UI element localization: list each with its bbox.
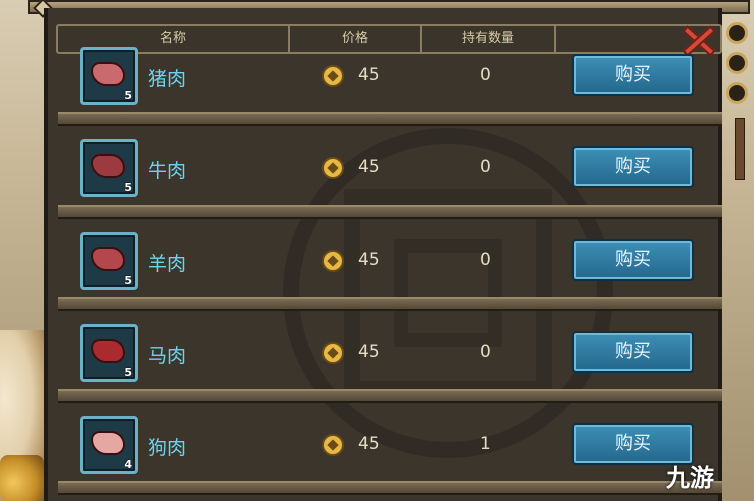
item-price: 45 [358, 342, 380, 362]
horse-meat-icon [91, 339, 125, 363]
chain-ring-icon [726, 82, 748, 104]
hanging-chain-decoration [724, 22, 754, 132]
mutton-icon [91, 247, 125, 271]
coin-icon [322, 157, 344, 179]
shelf-divider [58, 389, 722, 403]
item-icon-dog-meat[interactable]: 4 [80, 416, 138, 474]
list-item: 5 羊肉 45 0 购买 [60, 225, 720, 303]
pork-icon [91, 62, 125, 86]
stack-count: 4 [124, 458, 132, 471]
beef-icon [91, 154, 125, 178]
shelf-divider [58, 205, 722, 219]
coin-icon [322, 250, 344, 272]
chain-tassel [735, 118, 745, 180]
list-item: 5 猪肉 45 0 购买 [60, 40, 720, 118]
item-price: 45 [358, 434, 380, 454]
buy-button[interactable]: 购买 [572, 146, 694, 188]
list-item: 4 狗肉 45 1 购买 [60, 409, 720, 487]
coin-pile-icon [0, 455, 44, 501]
item-name: 羊肉 [148, 253, 187, 275]
item-price: 45 [358, 157, 380, 177]
dog-meat-icon [91, 431, 125, 455]
item-owned: 1 [480, 434, 491, 454]
list-item: 5 马肉 45 0 购买 [60, 317, 720, 395]
stack-count: 5 [124, 89, 132, 102]
item-name: 牛肉 [148, 160, 187, 182]
item-name: 猪肉 [148, 68, 187, 90]
item-icon-mutton[interactable]: 5 [80, 232, 138, 290]
item-name: 狗肉 [148, 437, 187, 459]
chain-ring-icon [726, 22, 748, 44]
coin-icon [322, 434, 344, 456]
item-name: 马肉 [148, 345, 187, 367]
stack-count: 5 [124, 181, 132, 194]
chain-ring-icon [726, 52, 748, 74]
item-owned: 0 [480, 250, 491, 270]
shelf-divider [58, 112, 722, 126]
item-owned: 0 [480, 342, 491, 362]
stack-count: 5 [124, 366, 132, 379]
stack-count: 5 [124, 274, 132, 287]
item-icon-beef[interactable]: 5 [80, 139, 138, 197]
coin-icon [322, 65, 344, 87]
coin-icon [322, 342, 344, 364]
item-icon-pork[interactable]: 5 [80, 47, 138, 105]
buy-button[interactable]: 购买 [572, 331, 694, 373]
buy-button[interactable]: 购买 [572, 239, 694, 281]
item-price: 45 [358, 250, 380, 270]
shelf-divider [58, 481, 722, 495]
watermark-logo: 九游 [666, 464, 714, 492]
list-item: 5 牛肉 45 0 购买 [60, 132, 720, 210]
item-icon-horse-meat[interactable]: 5 [80, 324, 138, 382]
item-owned: 0 [480, 65, 491, 85]
shelf-divider [58, 297, 722, 311]
buy-button[interactable]: 购买 [572, 54, 694, 96]
item-price: 45 [358, 65, 380, 85]
item-owned: 0 [480, 157, 491, 177]
